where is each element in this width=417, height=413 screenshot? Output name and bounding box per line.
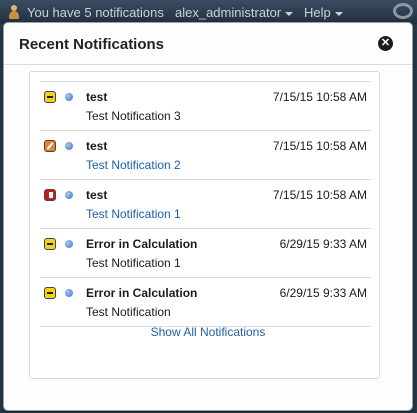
notification-item[interactable]: test 7/15/15 10:58 AM Test Notification … (40, 179, 371, 228)
notification-link[interactable]: Test Notification 1 (86, 207, 181, 221)
notification-item[interactable]: test 7/15/15 10:58 AM Test Notification … (40, 130, 371, 179)
user-menu-label: alex_administrator (175, 5, 282, 20)
notification-title: Error in Calculation (86, 237, 198, 251)
help-menu-label: Help (304, 5, 331, 20)
unread-dot-icon (65, 240, 73, 248)
unread-dot-icon (65, 289, 73, 297)
minus-icon (44, 238, 56, 250)
ring-icon (393, 3, 413, 19)
notification-body: Test Notification 1 (86, 256, 181, 270)
close-icon[interactable]: ✕ (378, 36, 393, 51)
top-navigation-bar: You have 5 notifications alex_administra… (0, 0, 417, 24)
user-menu[interactable]: alex_administrator (175, 5, 294, 20)
user-icon (9, 5, 19, 19)
chevron-down-icon (285, 11, 294, 16)
notification-title: test (86, 90, 108, 104)
unread-dot-icon (65, 93, 73, 101)
help-menu[interactable]: Help (304, 5, 343, 20)
show-all-notifications-link[interactable]: Show All Notifications (4, 325, 412, 339)
edit-icon (44, 140, 56, 152)
unread-dot-icon (65, 142, 73, 150)
notification-item[interactable]: Error in Calculation 6/29/15 9:33 AM Tes… (40, 277, 371, 326)
notification-time: 7/15/15 10:58 AM (272, 90, 367, 104)
unread-dot-icon (65, 191, 73, 199)
alert-icon (44, 189, 56, 201)
notification-link[interactable]: Test Notification 2 (86, 158, 181, 172)
notification-item[interactable]: test 7/15/15 10:58 AM Test Notification … (40, 81, 371, 130)
notification-body: Test Notification (86, 305, 171, 319)
minus-icon (44, 287, 56, 299)
notifications-popup: Recent Notifications ✕ test 7/15/15 10:5… (3, 22, 413, 411)
notification-time: 7/15/15 10:58 AM (272, 139, 367, 153)
minus-icon (44, 91, 56, 103)
notification-body: Test Notification 3 (86, 109, 181, 123)
notification-time: 6/29/15 9:33 AM (279, 286, 367, 300)
notification-title: test (86, 139, 108, 153)
notifications-link[interactable]: You have 5 notifications (27, 5, 164, 20)
popup-title: Recent Notifications (19, 36, 165, 53)
chevron-down-icon (334, 11, 343, 16)
notification-time: 7/15/15 10:58 AM (272, 188, 367, 202)
notification-title: test (86, 188, 108, 202)
popup-header: Recent Notifications ✕ (4, 23, 412, 65)
notification-title: Error in Calculation (86, 286, 198, 300)
notification-item[interactable]: Error in Calculation 6/29/15 9:33 AM Tes… (40, 228, 371, 277)
notification-time: 6/29/15 9:33 AM (279, 237, 367, 251)
